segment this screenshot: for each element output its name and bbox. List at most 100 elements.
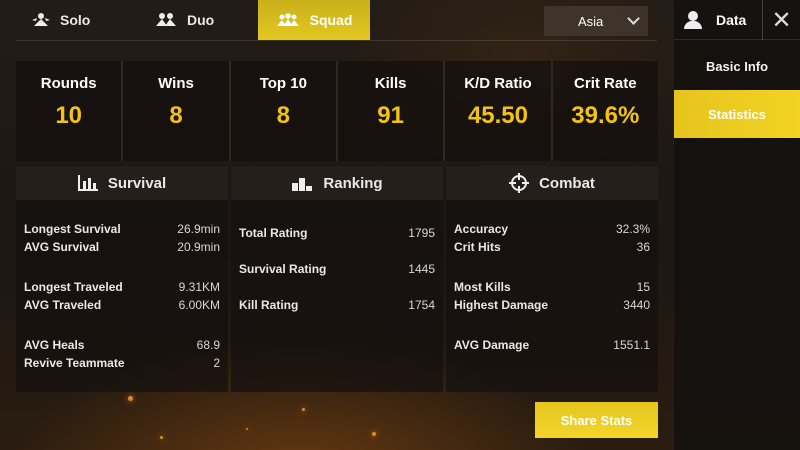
stat-value: 39.6%: [571, 102, 640, 129]
ranking-title: Ranking: [323, 174, 383, 192]
chevron-down-icon: [627, 12, 640, 25]
mode-tab-bar: Solo Duo Squad Asia: [0, 0, 672, 40]
bar-chart-icon: [77, 175, 98, 191]
stat-card-wins: Wins 8: [123, 61, 231, 161]
row-label: Revive Teammate: [24, 356, 125, 370]
ember-particle: [128, 396, 133, 401]
summary-cards: Rounds 10 Wins 8 Top 10 8 Kills 91 K/D Ratio…: [16, 61, 658, 161]
stat-row: Longest Traveled 9.31KM: [16, 278, 228, 296]
stat-card-kills: Kills 91: [337, 61, 446, 161]
stat-card-top10: Top 10 8: [230, 61, 338, 161]
stat-row: Survival Rating 1445: [231, 260, 443, 278]
survival-header: Survival: [16, 166, 228, 200]
stat-card-crit-rate: Crit Rate 39.6%: [552, 61, 658, 161]
squad-icon: [276, 13, 299, 26]
row-value: 1754: [408, 298, 435, 312]
podium-icon: [292, 178, 313, 191]
crosshair-icon: [509, 173, 530, 193]
row-value: 3440: [623, 298, 650, 312]
stat-label: Kills: [374, 75, 407, 92]
stat-card-rounds: Rounds 10: [16, 61, 124, 161]
stat-label: Crit Rate: [574, 75, 637, 92]
survival-title: Survival: [107, 174, 167, 192]
stat-value: 8: [276, 102, 290, 129]
ranking-header: Ranking: [231, 166, 443, 200]
stat-label: K/D Ratio: [464, 75, 532, 92]
row-value: 1551.1: [613, 338, 650, 352]
ranking-panel: Ranking Total Rating 1795 Survival Rating…: [231, 166, 443, 392]
stat-row: AVG Damage 1551.1: [446, 336, 658, 354]
share-stats-button[interactable]: Share Stats: [535, 402, 658, 438]
close-button[interactable]: ✕: [762, 0, 800, 40]
row-value: 68.9: [196, 338, 220, 352]
ember-particle: [160, 436, 163, 439]
detail-panels: Survival Longest Survival 26.9min AVG Sur…: [16, 166, 658, 392]
stat-label: Wins: [158, 75, 194, 92]
stat-value: 8: [169, 102, 183, 129]
row-label: AVG Heals: [24, 338, 85, 352]
stat-value: 91: [377, 102, 404, 129]
row-value: 1795: [408, 226, 435, 240]
tab-solo-label: Solo: [60, 12, 91, 28]
sidebar-header: Data ✕: [674, 0, 800, 40]
stat-row: Revive Teammate 2: [16, 354, 228, 372]
region-dropdown[interactable]: Asia: [544, 6, 648, 36]
stat-row: AVG Heals 68.9: [16, 336, 228, 354]
stat-row: Crit Hits 36: [446, 238, 658, 256]
row-value: 26.9min: [177, 222, 220, 236]
row-label: Longest Survival: [24, 222, 121, 236]
stat-label: Top 10: [259, 75, 307, 92]
combat-title: Combat: [539, 174, 595, 192]
close-icon: ✕: [771, 6, 792, 34]
row-label: Kill Rating: [239, 298, 299, 312]
row-label: AVG Traveled: [24, 298, 102, 312]
stat-row: Total Rating 1795: [231, 224, 443, 242]
sidebar-title: Data: [716, 11, 747, 28]
stat-row: Most Kills 15: [446, 278, 658, 296]
divider: [16, 40, 657, 41]
row-value: 6.00KM: [178, 298, 220, 312]
stat-value: 10: [55, 102, 83, 129]
sidebar-item-basic-info[interactable]: Basic Info: [674, 42, 800, 90]
stat-row: Accuracy 32.3%: [446, 220, 658, 238]
stat-label: Rounds: [40, 75, 97, 92]
row-value: 36: [636, 240, 650, 254]
ember-particle: [372, 432, 376, 436]
stat-value: 45.50: [467, 102, 528, 129]
tab-squad-label: Squad: [309, 12, 353, 28]
row-label: Accuracy: [454, 222, 509, 236]
stat-row: Longest Survival 26.9min: [16, 220, 228, 238]
sidebar-item-label: Statistics: [708, 106, 766, 122]
row-label: AVG Damage: [454, 338, 530, 352]
row-label: Crit Hits: [454, 240, 501, 254]
duo-icon: [156, 13, 176, 26]
row-label: Longest Traveled: [24, 280, 123, 294]
row-value: 20.9min: [177, 240, 220, 254]
ember-particle: [302, 408, 305, 411]
tab-solo[interactable]: Solo: [32, 0, 90, 40]
stat-row: Highest Damage 3440: [446, 296, 658, 314]
sidebar-item-label: Basic Info: [705, 58, 769, 74]
row-label: Most Kills: [454, 280, 511, 294]
row-value: 15: [636, 280, 650, 294]
combat-panel: Combat Accuracy 32.3% Crit Hits 36 Most Ki…: [446, 166, 658, 392]
tab-duo[interactable]: Duo: [155, 0, 214, 40]
combat-header: Combat: [446, 166, 658, 200]
sidebar-item-statistics[interactable]: Statistics: [674, 90, 800, 138]
stat-row: Kill Rating 1754: [231, 296, 443, 314]
tab-squad[interactable]: Squad: [258, 0, 370, 40]
region-value: Asia: [578, 13, 604, 29]
row-value: 32.3%: [615, 222, 650, 236]
ember-particle: [246, 428, 248, 430]
row-label: AVG Survival: [24, 240, 100, 254]
row-label: Total Rating: [239, 226, 308, 240]
stat-row: AVG Survival 20.9min: [16, 238, 228, 256]
row-value: 1445: [408, 262, 435, 276]
row-label: Survival Rating: [239, 262, 327, 276]
stat-row: AVG Traveled 6.00KM: [16, 296, 228, 314]
user-icon: [684, 10, 702, 29]
solo-icon: [32, 13, 50, 26]
stat-card-kd-ratio: K/D Ratio 45.50: [445, 61, 553, 161]
tab-duo-label: Duo: [187, 12, 215, 28]
row-value: 2: [213, 356, 220, 370]
